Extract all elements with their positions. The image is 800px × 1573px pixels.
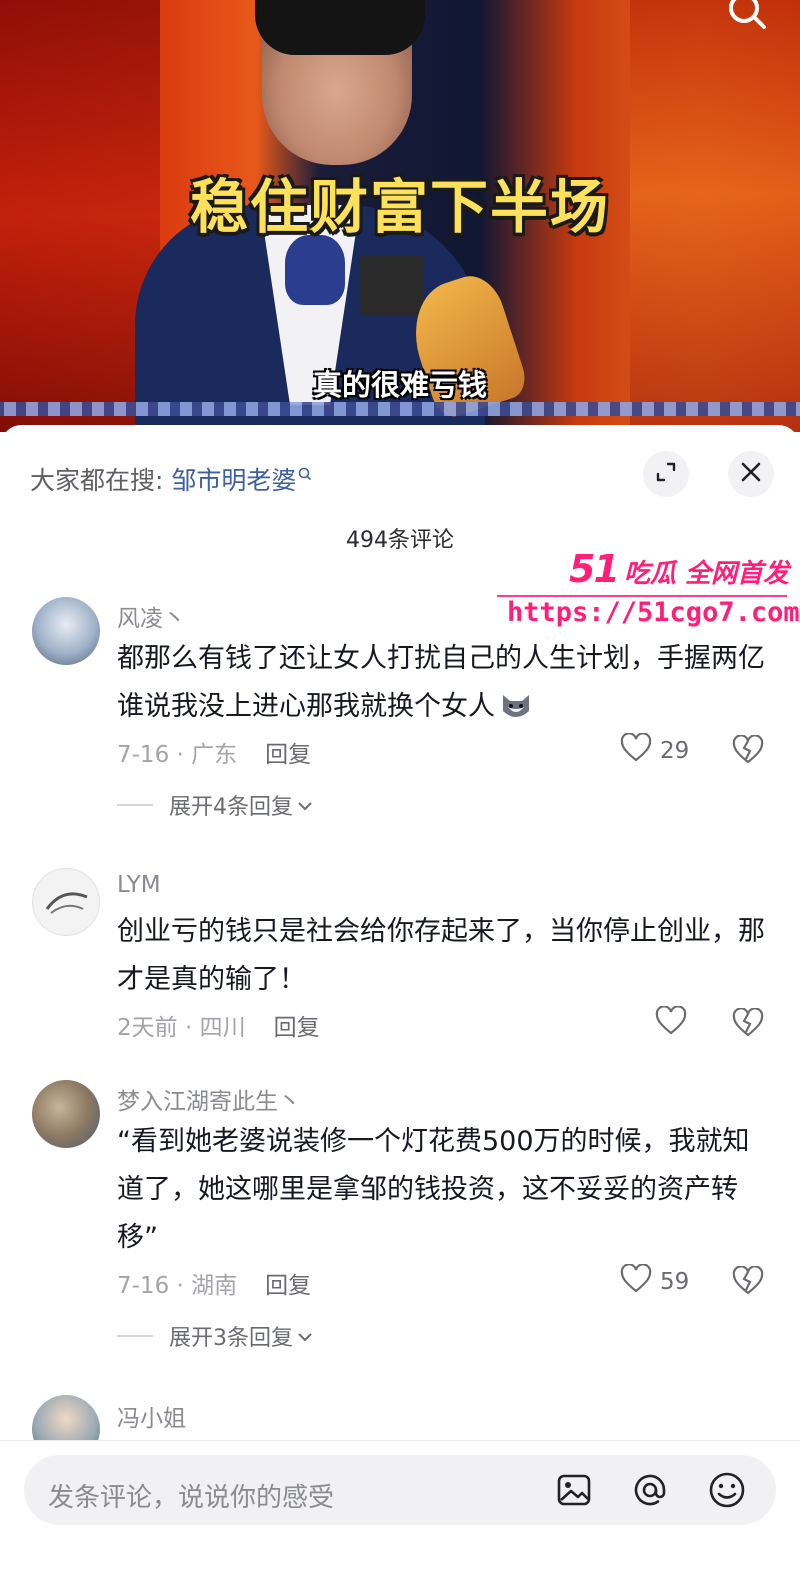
like-button[interactable]: 29 bbox=[620, 732, 690, 769]
watermark-brand-number: 51 bbox=[569, 547, 620, 591]
broken-heart-icon bbox=[732, 1265, 764, 1300]
like-button[interactable]: 59 bbox=[620, 1263, 690, 1300]
broken-heart-icon bbox=[732, 734, 764, 769]
chevron-down-icon bbox=[297, 1324, 313, 1349]
speaker-hair bbox=[255, 0, 425, 55]
like-button[interactable] bbox=[655, 1005, 687, 1042]
comment-text: 创业亏的钱只是社会给你存起来了，当你停止创业，那才是真的输了！ bbox=[117, 916, 765, 995]
watermark-url: https://51cgo7.com bbox=[507, 597, 800, 628]
avatar[interactable] bbox=[32, 868, 100, 936]
hot-search[interactable]: 大家都在搜: 邹市明老婆 bbox=[30, 458, 312, 497]
search-icon[interactable] bbox=[724, 0, 770, 34]
comment-meta: 7-16 · 湖南 回复 bbox=[117, 1266, 311, 1300]
watermark-brand: 51 吃瓜 全网首发 bbox=[569, 547, 789, 591]
emoji-icon[interactable] bbox=[707, 1470, 747, 1510]
comment-text-content: 都那么有钱了还让女人打扰自己的人生计划，手握两亿谁说我没上进心那我就换个女人 bbox=[117, 643, 765, 722]
comment-meta: 2天前 · 四川 回复 bbox=[117, 1008, 320, 1042]
comment-input[interactable]: 发条评论，说说你的感受 bbox=[24, 1455, 776, 1525]
hot-search-link[interactable]: 邹市明老婆 bbox=[171, 466, 296, 495]
video-subtitle: 真的很难亏钱 bbox=[312, 368, 487, 402]
dislike-button[interactable] bbox=[732, 1007, 764, 1042]
expand-replies-button[interactable]: 展开3条回复 bbox=[117, 1320, 313, 1352]
comment-author[interactable]: 冯小姐 bbox=[117, 1399, 186, 1433]
comment-sheet: 大家都在搜: 邹市明老婆 494条评论 51 吃瓜 全网首发 https://5… bbox=[0, 425, 800, 1573]
close-icon bbox=[740, 461, 762, 487]
heart-icon bbox=[620, 732, 652, 769]
like-count: 29 bbox=[660, 738, 690, 764]
expand-button[interactable] bbox=[643, 451, 689, 497]
video-title-overlay: 稳住财富下半场 bbox=[189, 173, 610, 241]
microphone-stand bbox=[360, 255, 424, 315]
comment-author[interactable]: 风凌丶 bbox=[117, 599, 186, 633]
video-progress-strip[interactable] bbox=[0, 402, 800, 416]
search-icon bbox=[298, 458, 312, 487]
comment-text: “看到她老婆说装修一个灯花费500万的时候，我就知道了，她这哪里是拿邹的钱投资，… bbox=[117, 1126, 750, 1253]
video-player[interactable]: 稳住财富下半场 真的很难亏钱 bbox=[0, 0, 800, 432]
chevron-down-icon bbox=[297, 793, 313, 818]
comment-date-location: 7-16 · 广东 bbox=[117, 742, 238, 768]
hot-search-prefix: 大家都在搜: bbox=[30, 466, 172, 495]
sheet-header: 大家都在搜: 邹市明老婆 494条评论 bbox=[0, 425, 800, 553]
comment-author[interactable]: 梦入江湖寄此生丶 bbox=[117, 1082, 301, 1116]
watermark-brand-text: 吃瓜 全网首发 bbox=[623, 559, 789, 589]
expand-replies-button[interactable]: 展开4条回复 bbox=[117, 789, 313, 821]
comment-date-location: 2天前 · 四川 bbox=[117, 1015, 246, 1041]
broken-heart-icon bbox=[732, 1007, 764, 1042]
comment-author[interactable]: LYM bbox=[117, 872, 161, 898]
comment-date-location: 7-16 · 湖南 bbox=[117, 1273, 238, 1299]
reply-button[interactable]: 回复 bbox=[265, 742, 311, 768]
divider bbox=[117, 804, 153, 806]
expand-replies-label: 展开3条回复 bbox=[169, 1326, 293, 1351]
avatar[interactable] bbox=[32, 1080, 100, 1148]
comment-text: 都那么有钱了还让女人打扰自己的人生计划，手握两亿谁说我没上进心那我就换个女人 bbox=[117, 635, 767, 731]
comment-input-bar: 发条评论，说说你的感受 bbox=[0, 1440, 800, 1573]
speaker-bow-tie bbox=[285, 235, 345, 305]
reply-button[interactable]: 回复 bbox=[265, 1273, 311, 1299]
comment-input-placeholder: 发条评论，说说你的感受 bbox=[48, 1483, 335, 1513]
close-button[interactable] bbox=[728, 451, 774, 497]
expand-icon bbox=[654, 460, 678, 488]
at-icon[interactable] bbox=[630, 1470, 670, 1510]
avatar[interactable] bbox=[32, 597, 100, 665]
watermark: 51 吃瓜 全网首发 https://51cgo7.com bbox=[497, 537, 800, 628]
comment-meta: 7-16 · 广东 回复 bbox=[117, 735, 311, 769]
image-icon[interactable] bbox=[554, 1470, 594, 1510]
expand-replies-label: 展开4条回复 bbox=[169, 795, 293, 820]
divider bbox=[117, 1335, 153, 1337]
heart-icon bbox=[620, 1263, 652, 1300]
dislike-button[interactable] bbox=[732, 1265, 764, 1300]
like-count: 59 bbox=[660, 1269, 690, 1295]
husky-emoji-icon bbox=[499, 689, 533, 719]
reply-button[interactable]: 回复 bbox=[274, 1015, 320, 1041]
dislike-button[interactable] bbox=[732, 734, 764, 769]
heart-icon bbox=[655, 1005, 687, 1042]
